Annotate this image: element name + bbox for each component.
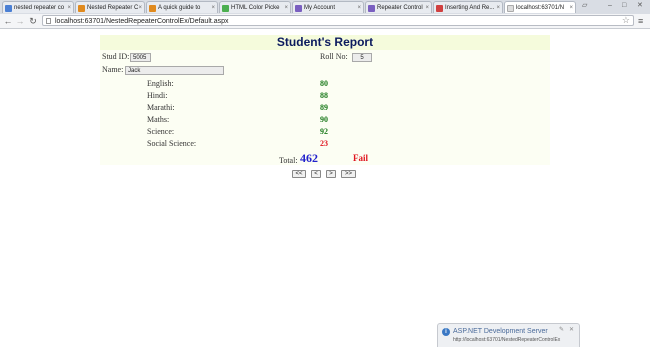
- favicon-icon: [222, 5, 229, 12]
- roll-no-label: Roll No:: [320, 52, 348, 61]
- roll-no-field[interactable]: 5: [352, 53, 372, 62]
- browser-toolbar: ← → ↻ localhost:63701/NestedRepeaterCont…: [0, 14, 650, 29]
- page-icon: [46, 18, 51, 24]
- info-icon: i: [442, 328, 450, 336]
- subject-name: Science:: [147, 127, 175, 136]
- next-page-button[interactable]: >: [326, 170, 336, 178]
- tab-html-color-picker[interactable]: HTML Color Picke ×: [219, 1, 291, 13]
- page-icon: [507, 5, 514, 12]
- tab-label: nested repeater co: [14, 5, 65, 11]
- student-report-panel: Student's Report Stud ID: 5005 Roll No: …: [100, 35, 550, 165]
- tab-repeater-control[interactable]: Repeater Control ×: [365, 1, 432, 13]
- favicon-icon: [368, 5, 375, 12]
- dev-server-notification[interactable]: i ASP.NET Development Server http://loca…: [437, 323, 580, 347]
- tab-label: HTML Color Picke: [231, 5, 280, 11]
- report-title: Student's Report: [100, 35, 550, 50]
- settings-icon[interactable]: ✎: [559, 326, 564, 334]
- browser-tab-strip: nested repeater co × Nested Repeater C ×…: [0, 0, 650, 15]
- close-window-button[interactable]: ✕: [637, 0, 643, 12]
- close-icon[interactable]: ×: [138, 2, 142, 13]
- subject-score: 89: [320, 103, 328, 112]
- previous-page-button[interactable]: <: [311, 170, 321, 178]
- favicon-icon: [5, 5, 12, 12]
- subject-score: 92: [320, 127, 328, 136]
- bookmark-star-icon[interactable]: ☆: [622, 15, 630, 26]
- tab-quick-guide[interactable]: A quick guide to ×: [146, 1, 218, 13]
- tab-my-account[interactable]: My Account ×: [292, 1, 364, 13]
- result-status: Fail: [353, 153, 368, 163]
- first-page-button[interactable]: <<: [292, 170, 306, 178]
- stud-id-field[interactable]: 5005: [130, 53, 151, 62]
- last-page-button[interactable]: >>: [341, 170, 356, 178]
- close-icon[interactable]: ×: [284, 2, 288, 13]
- favicon-icon: [436, 5, 443, 12]
- close-icon[interactable]: ✕: [569, 326, 574, 334]
- stud-id-label: Stud ID:: [102, 52, 130, 61]
- tab-label: Inserting And Re...: [445, 5, 495, 11]
- tab-nested-repeater-search[interactable]: nested repeater co ×: [2, 1, 74, 13]
- tab-label: localhost:63701/N: [516, 5, 565, 11]
- name-label: Name:: [102, 65, 124, 74]
- subject-score: 80: [320, 79, 328, 88]
- close-icon[interactable]: ×: [496, 2, 500, 13]
- tab-nested-repeater[interactable]: Nested Repeater C ×: [75, 1, 145, 13]
- favicon-icon: [149, 5, 156, 12]
- subject-name: Marathi:: [147, 103, 175, 112]
- url-text: localhost:63701/NestedRepeaterControlEx/…: [55, 18, 229, 25]
- tab-label: Nested Repeater C: [87, 5, 139, 11]
- tab-label: Repeater Control: [377, 5, 423, 11]
- close-icon[interactable]: ×: [569, 2, 573, 13]
- name-field[interactable]: Jack: [125, 66, 224, 75]
- tab-label: My Account: [304, 5, 336, 11]
- notification-title: ASP.NET Development Server: [453, 328, 548, 335]
- favicon-icon: [295, 5, 302, 12]
- close-icon[interactable]: ×: [67, 2, 71, 13]
- total-label: Total:: [279, 156, 298, 165]
- notification-url: http://localhost:63701/NestedRepeaterCon…: [453, 337, 561, 343]
- subject-name: Hindi:: [147, 91, 168, 100]
- new-tab-button[interactable]: ▱: [582, 0, 587, 12]
- subject-name: Maths:: [147, 115, 170, 124]
- subject-score: 88: [320, 91, 328, 100]
- subject-score: 90: [320, 115, 328, 124]
- address-bar[interactable]: localhost:63701/NestedRepeaterControlEx/…: [42, 15, 634, 26]
- favicon-icon: [78, 5, 85, 12]
- subject-name: English:: [147, 79, 174, 88]
- tab-label: A quick guide to: [158, 5, 201, 11]
- reload-icon[interactable]: ↻: [28, 15, 38, 27]
- maximize-button[interactable]: □: [622, 0, 626, 12]
- close-icon[interactable]: ×: [211, 2, 215, 13]
- subject-score: 23: [320, 139, 328, 148]
- close-icon[interactable]: ×: [425, 2, 429, 13]
- tab-inserting-and-re[interactable]: Inserting And Re... ×: [433, 1, 503, 13]
- back-arrow-icon[interactable]: ←: [3, 15, 13, 27]
- total-value: 462: [300, 151, 318, 165]
- close-icon[interactable]: ×: [357, 2, 361, 13]
- menu-icon[interactable]: ≡: [638, 15, 643, 27]
- minimize-button[interactable]: –: [608, 0, 612, 12]
- forward-arrow-icon[interactable]: →: [15, 15, 25, 27]
- tab-localhost-active[interactable]: localhost:63701/N ×: [504, 1, 576, 13]
- subject-name: Social Science:: [147, 139, 197, 148]
